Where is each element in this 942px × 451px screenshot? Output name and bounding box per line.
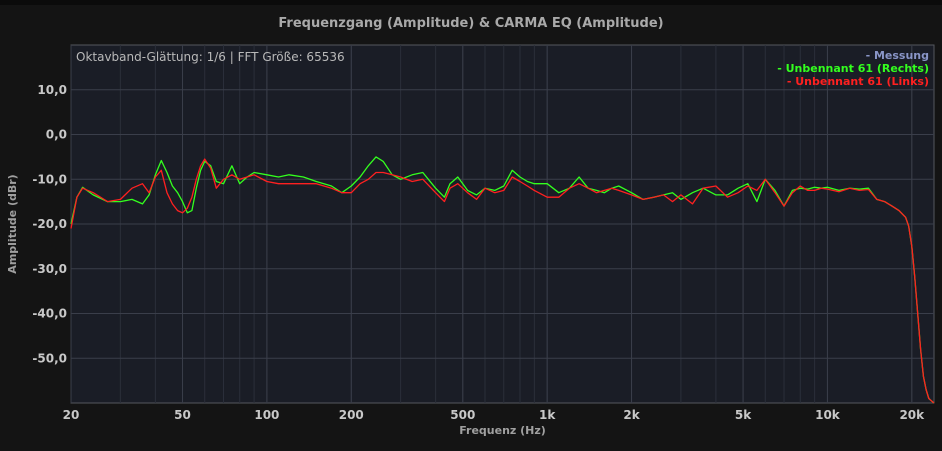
x-axis-label: Frequenz (Hz) [459, 424, 546, 437]
y-tick-label: 0,0 [46, 128, 67, 142]
x-tick-label: 50 [174, 408, 191, 422]
x-tick-label: 5k [735, 408, 752, 422]
y-axis-label: Amplitude (dBr) [6, 174, 19, 273]
smoothing-info: Oktavband-Glättung: 1/6 | FFT Größe: 655… [76, 50, 345, 64]
y-tick-label: -50,0 [32, 351, 67, 365]
frequency-response-chart[interactable]: Oktavband-Glättung: 1/6 | FFT Größe: 655… [0, 0, 942, 451]
x-tick-label: 10k [815, 408, 841, 422]
legend-entry: - Messung [866, 49, 929, 62]
legend-entry: - Unbennant 61 (Rechts) [777, 62, 929, 75]
legend-entry: - Unbennant 61 (Links) [787, 75, 929, 88]
x-tick-label: 1k [539, 408, 556, 422]
y-tick-label: -10,0 [32, 172, 67, 186]
x-tick-label: 20k [899, 408, 925, 422]
y-axis-ticks: 10,0 0,0 -10,0 -20,0 -30,0 -40,0 -50,0 [32, 83, 67, 366]
y-tick-label: -40,0 [32, 307, 67, 321]
x-axis-ticks: 20 50 100 200 500 1k 2k 5k 10k 20k [63, 408, 926, 422]
x-tick-label: 100 [254, 408, 279, 422]
x-tick-label: 2k [623, 408, 640, 422]
x-tick-label: 500 [450, 408, 475, 422]
y-tick-label: -20,0 [32, 217, 67, 231]
y-tick-label: -30,0 [32, 262, 67, 276]
y-tick-label: 10,0 [37, 83, 67, 97]
x-tick-label: 200 [339, 408, 364, 422]
x-tick-label: 20 [63, 408, 80, 422]
